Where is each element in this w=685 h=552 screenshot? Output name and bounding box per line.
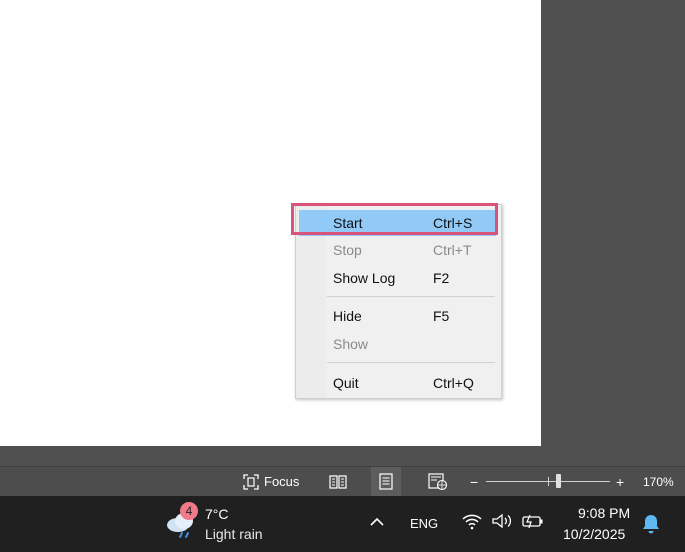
web-layout-button[interactable] xyxy=(423,467,453,496)
read-mode-button[interactable] xyxy=(323,467,353,496)
menu-item-shortcut: F2 xyxy=(433,270,450,286)
book-icon xyxy=(329,474,347,489)
zoom-slider-center-tick xyxy=(548,477,549,486)
chevron-up-icon[interactable] xyxy=(368,514,386,530)
web-layout-icon xyxy=(428,472,448,490)
weather-temperature: 7°C xyxy=(205,506,229,522)
menu-item-quit[interactable]: Quit Ctrl+Q xyxy=(299,370,496,396)
menu-item-shortcut: Ctrl+T xyxy=(433,242,472,258)
menu-item-show-log[interactable]: Show Log F2 xyxy=(299,265,496,291)
menu-separator xyxy=(327,362,495,363)
taskbar: 4 7°C Light rain ENG 9:08 PM 10/2/2025 xyxy=(0,496,685,552)
menu-item-label: Quit xyxy=(333,375,359,391)
weather-condition: Light rain xyxy=(205,526,263,542)
bell-icon[interactable] xyxy=(641,513,661,535)
page-icon xyxy=(379,473,393,490)
battery-icon[interactable] xyxy=(521,512,545,530)
menu-item-hide[interactable]: Hide F5 xyxy=(299,303,496,329)
menu-item-focus-ring xyxy=(291,203,498,235)
menu-item-label: Stop xyxy=(333,242,362,258)
zoom-slider-thumb[interactable] xyxy=(556,474,561,488)
focus-label: Focus xyxy=(264,474,300,489)
focus-button[interactable]: Focus xyxy=(242,467,299,496)
focus-icon xyxy=(243,473,259,490)
clock-date[interactable]: 10/2/2025 xyxy=(563,526,625,542)
weather-notification-badge: 4 xyxy=(180,502,198,520)
menu-item-stop[interactable]: Stop Ctrl+T xyxy=(299,237,496,263)
menu-item-label: Hide xyxy=(333,308,362,324)
menu-separator xyxy=(327,296,495,297)
menu-item-label: Show xyxy=(333,336,369,352)
menu-item-shortcut: Ctrl+Q xyxy=(433,375,474,391)
clock-time[interactable]: 9:08 PM xyxy=(578,505,630,521)
wifi-icon[interactable] xyxy=(461,512,483,530)
menu-item-label: Show Log xyxy=(333,270,396,286)
status-bar: Focus − + 170% xyxy=(0,466,685,496)
input-language[interactable]: ENG xyxy=(410,516,438,531)
menu-item-shortcut: F5 xyxy=(433,308,450,324)
zoom-out-button[interactable]: − xyxy=(470,467,478,496)
zoom-level[interactable]: 170% xyxy=(643,467,674,496)
print-layout-button[interactable] xyxy=(371,467,401,496)
volume-icon[interactable] xyxy=(491,512,513,530)
menu-item-show[interactable]: Show xyxy=(299,331,496,357)
zoom-in-button[interactable]: + xyxy=(616,467,624,496)
